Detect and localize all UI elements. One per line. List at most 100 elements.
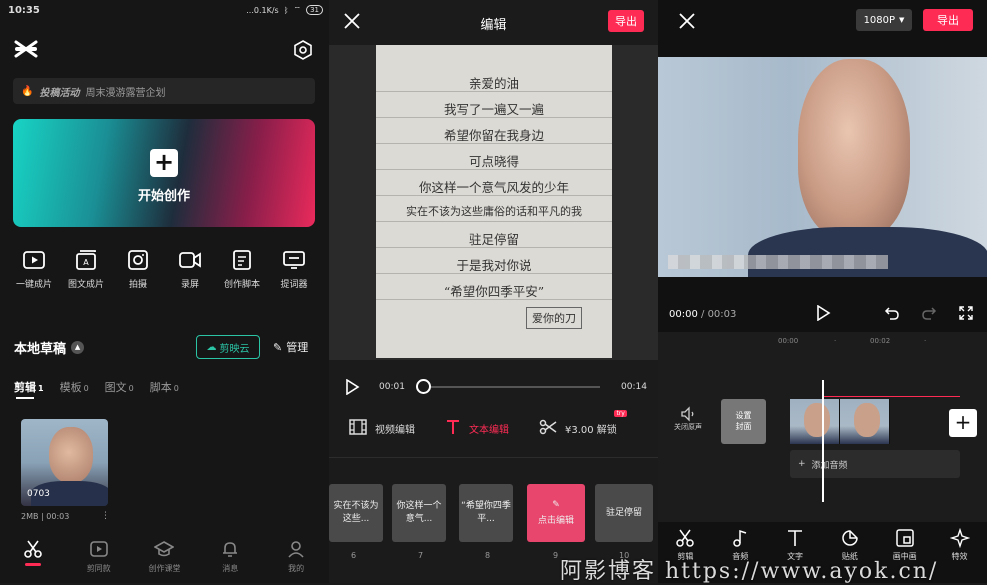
redo-icon[interactable] [921,305,937,321]
status-icons: ...0.1K/s ᛒ ⌔ 31 [246,5,323,15]
progress-track[interactable] [424,386,600,388]
blurred-caption [668,255,888,269]
person-face [798,59,910,239]
activity-banner[interactable]: 🔥 投稿活动 周末漫游露营企划 [13,78,315,104]
draft-thumbnail[interactable]: 0703 [21,419,108,506]
tool-text-image[interactable]: A 图文成片 [60,249,112,290]
playhead[interactable] [822,380,824,502]
fire-icon: 🔥 [21,85,34,97]
text-t-icon [445,419,461,438]
manage-button[interactable]: ✎ 管理 [273,339,308,355]
banner-tag: 投稿活动 [39,87,80,99]
more-icon[interactable]: ⋮ [101,511,110,521]
tool-one-click[interactable]: 一键成片 [8,249,60,290]
bluetooth-icon: ᛒ [283,5,289,15]
nav-label: 消息 [222,564,239,573]
home-screen: 10:35 ...0.1K/s ᛒ ⌔ 31 🔥 投稿活动 周末漫游露营企划 +… [0,0,329,583]
add-audio-button[interactable]: + 添加音频 [790,450,960,478]
svg-text:A: A [83,258,89,267]
mute-original-button[interactable]: 关闭原声 [670,406,706,432]
text-clip[interactable]: 驻足停留 [595,484,653,542]
cloud-button[interactable]: ☁ 剪映云 [196,335,260,359]
play-icon[interactable] [344,379,360,395]
undo-icon[interactable] [884,305,900,321]
resolution-select[interactable]: 1080P ▼ [856,9,912,31]
tool-camera[interactable]: 拍摄 [112,249,164,290]
nav-messages[interactable]: 消息 [203,539,257,574]
divider [329,457,658,458]
net-speed: ...0.1K/s [246,5,279,15]
person-shirt [748,227,987,277]
film-icon [349,419,367,438]
cloud-icon: ☁ [206,341,217,353]
draft-meta: 2MB | 00:03 [21,512,70,521]
current-time: 00:00 [669,309,698,320]
tab-count: 0 [128,384,134,393]
add-audio-label: 添加音频 [811,460,848,471]
add-clip-button[interactable]: + [949,409,977,437]
blog-watermark: 阿影博客 https://www.ayok.cn/ [560,559,939,584]
nav-class[interactable]: 创作课堂 [137,539,191,574]
poem-line: 于是我对你说 [456,258,532,273]
tab-script[interactable]: 脚本 0 [150,379,179,395]
tab-edit[interactable]: 剪辑 1 [14,379,44,399]
edit-actions: 视频编辑 文本编辑 ¥3.00 解锁 try [349,410,649,438]
active-indicator [24,563,41,566]
paper-rule [376,221,612,222]
poem-line: 可点晓得 [468,154,519,169]
text-clip-selected[interactable]: ✎ 点击编辑 [527,484,585,542]
tool-record[interactable]: 录屏 [164,249,216,290]
mute-label: 关闭原声 [674,423,702,431]
text-clip[interactable]: 你这样一个意气... [392,484,446,542]
script-icon [230,249,254,271]
tool-label: 图文成片 [67,280,104,290]
ruler-mark: · [924,337,927,345]
start-create-button[interactable]: + 开始创作 [13,119,315,227]
action-label: 文本编辑 [469,425,509,436]
tool-script[interactable]: 创作脚本 [216,249,268,290]
status-time: 10:35 [8,5,40,16]
capcut-logo-icon [14,39,38,59]
action-label: ¥3.00 解锁 [565,425,617,436]
progress-knob[interactable] [416,379,431,394]
track-end-line [823,396,960,397]
sparkle-icon [949,527,970,549]
video-track[interactable] [790,399,891,444]
clip-number: 8 [485,551,491,560]
nav-profile[interactable]: 我的 [269,539,323,574]
video-preview [658,57,987,277]
play-icon[interactable] [815,305,831,321]
nav-edit[interactable] [6,539,60,566]
profile-icon [286,539,306,559]
fullscreen-icon[interactable] [959,306,973,320]
manage-label: 管理 [286,341,309,354]
text-edit-button[interactable]: 文本编辑 [445,419,509,438]
set-cover-button[interactable]: 设置 封面 [721,399,766,444]
tool-effects[interactable]: 特效 [940,527,980,562]
plus-icon: + [150,149,178,177]
pencil-icon: ✎ [552,499,560,510]
poem-line: 你这样一个意气风发的少年 [418,180,569,195]
export-button[interactable]: 导出 [608,10,644,32]
video-edit-button[interactable]: 视频编辑 [349,419,415,438]
unlock-button[interactable]: ¥3.00 解锁 try [539,410,627,438]
tool-teleprompter[interactable]: 提词器 [268,249,320,290]
tool-label: 提词器 [280,280,308,290]
close-icon[interactable] [678,12,696,30]
text-clip[interactable]: “希望你四季平... [459,484,513,542]
poem-line: 亲爱的油 [468,76,519,91]
tab-template[interactable]: 模板 0 [60,379,89,395]
tab-text-image[interactable]: 图文 0 [105,379,134,395]
text-clip[interactable]: 实在不该为这些... [329,484,383,542]
text-image-icon: A [74,249,98,271]
settings-hex-icon[interactable] [293,40,313,60]
banner-text: 周末漫游露营企划 [85,87,166,99]
record-screen-icon [178,249,202,271]
ruler-mark: 00:00 [778,337,799,345]
sticker-icon [840,528,860,548]
local-drafts-title[interactable]: 本地草稿 ▲ [14,338,85,357]
clip-label: 点击编辑 [537,515,574,526]
plus-icon: + [798,459,806,469]
export-button[interactable]: 导出 [923,9,973,31]
nav-template[interactable]: 剪同款 [72,539,126,574]
